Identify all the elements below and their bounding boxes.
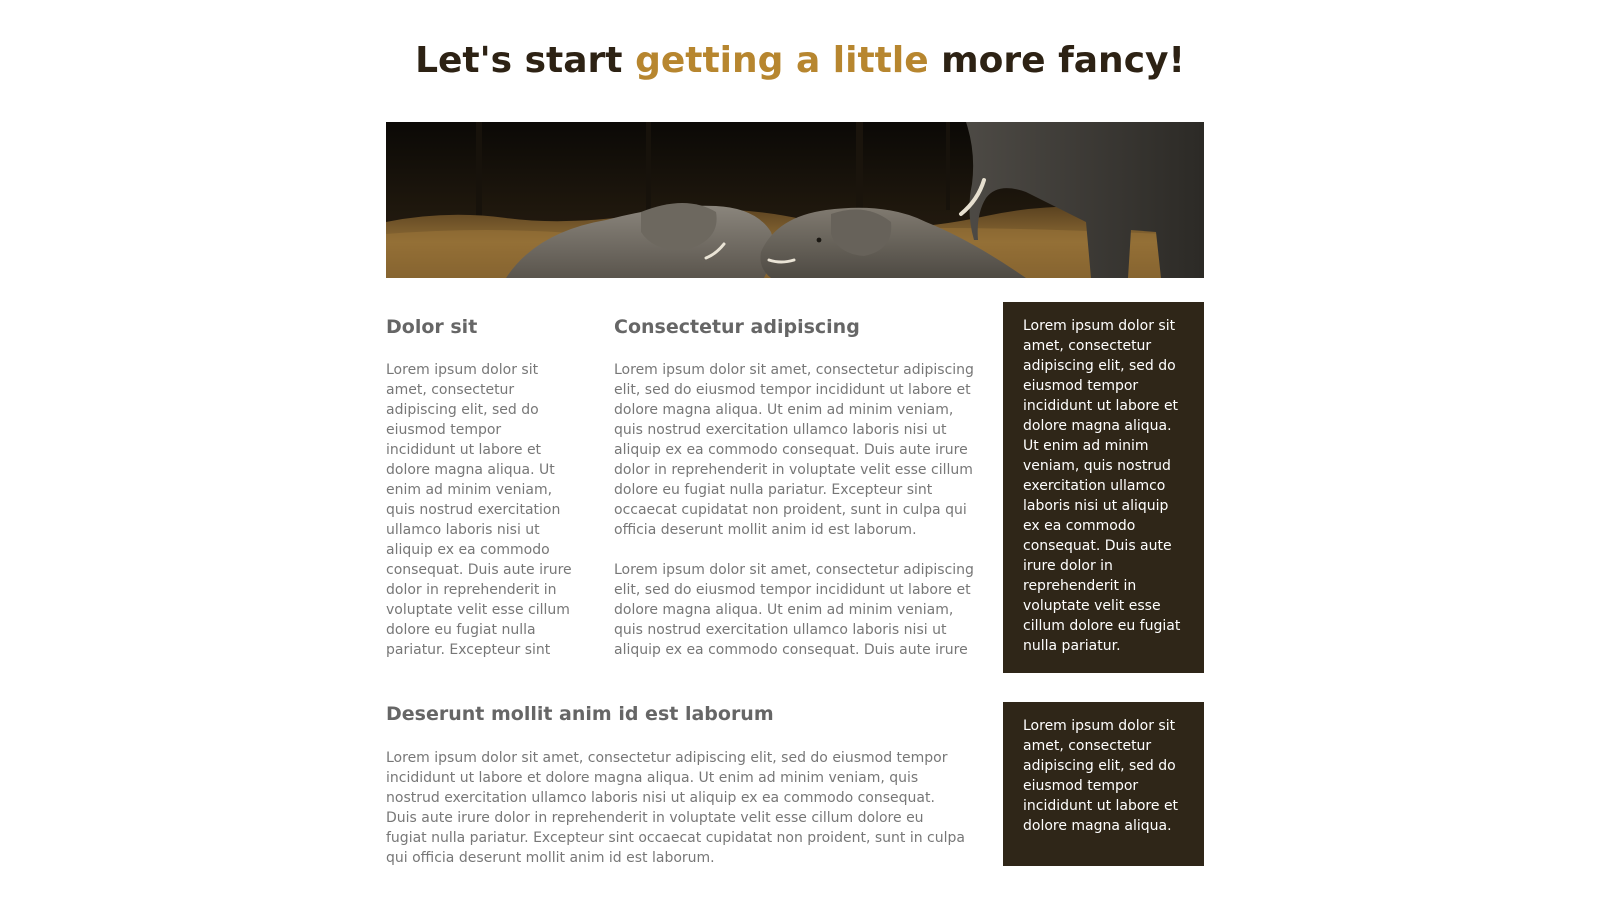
hero-elephants-illustration (386, 122, 1204, 278)
title-part-1: Let's start (415, 40, 636, 81)
bottom-section-heading: Deserunt mollit anim id est laborum (386, 703, 774, 725)
sidebar-box-1-text: Lorem ipsum dolor sit amet, consectetur … (1023, 318, 1181, 654)
middle-column-heading: Consectetur adipiscing (614, 316, 860, 338)
bottom-section-text: Lorem ipsum dolor sit amet, consectetur … (386, 750, 965, 866)
sidebar-box-2: Lorem ipsum dolor sit amet, consectetur … (1003, 702, 1204, 866)
middle-column-paragraph-1: Lorem ipsum dolor sit amet, consectetur … (614, 362, 974, 538)
page: Let's start getting a little more fancy! (0, 0, 1600, 900)
sidebar-box-1: Lorem ipsum dolor sit amet, consectetur … (1003, 302, 1204, 673)
sidebar-box-2-text: Lorem ipsum dolor sit amet, consectetur … (1023, 718, 1179, 834)
title-part-2: more fancy! (928, 40, 1185, 81)
page-title: Let's start getting a little more fancy! (0, 34, 1600, 88)
left-column-heading: Dolor sit (386, 316, 478, 338)
left-column-text: Lorem ipsum dolor sit amet, consectetur … (386, 362, 572, 658)
title-accent: getting a little (635, 40, 929, 81)
hero-image (386, 122, 1204, 278)
middle-column-paragraph-2: Lorem ipsum dolor sit amet, consectetur … (614, 562, 974, 658)
